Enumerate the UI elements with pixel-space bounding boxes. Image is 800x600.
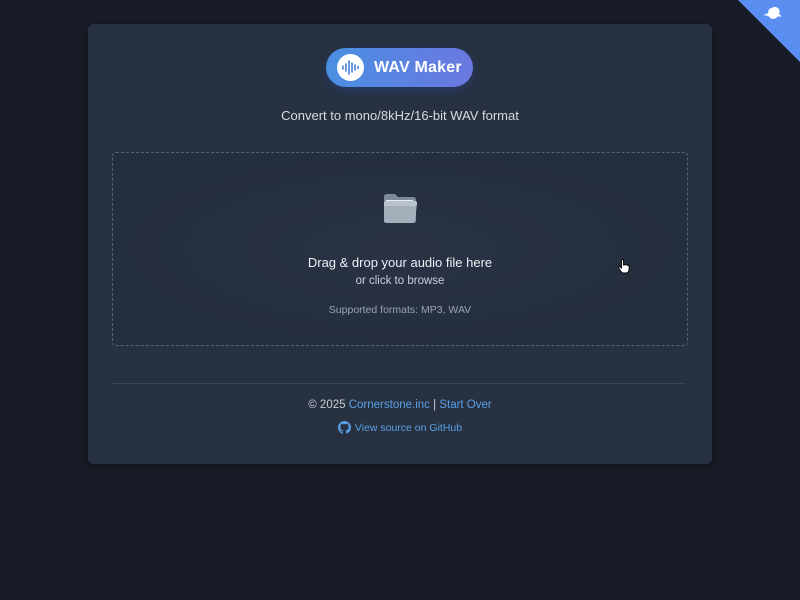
footer-separator: | (433, 399, 437, 411)
main-card: WAV Maker Convert to mono/8kHz/16-bit WA… (88, 24, 712, 464)
company-link[interactable]: Cornerstone.inc (349, 399, 430, 411)
github-row: View source on GitHub (88, 421, 712, 437)
start-over-link[interactable]: Start Over (439, 399, 491, 411)
footer-line: © 2025 Cornerstone.inc | Start Over (88, 399, 712, 411)
dropzone-browse-hint: or click to browse (355, 275, 445, 287)
page: WAV Maker Convert to mono/8kHz/16-bit WA… (0, 0, 800, 600)
copyright-text: © 2025 (308, 399, 346, 411)
waveform-icon (337, 54, 364, 81)
github-icon (337, 421, 351, 434)
github-link[interactable]: View source on GitHub (355, 422, 462, 434)
corner-ribbon[interactable] (738, 0, 800, 62)
app-title: WAV Maker (374, 58, 462, 76)
supported-formats: Supported formats: MP3, WAV (328, 304, 472, 316)
app-logo: WAV Maker (326, 48, 473, 87)
footer-divider (112, 383, 686, 384)
folder-icon (384, 194, 417, 223)
page-subtitle: Convert to mono/8kHz/16-bit WAV format (281, 108, 519, 123)
pointer-cursor-icon (618, 259, 630, 274)
file-dropzone[interactable]: Drag & drop your audio file here or clic… (112, 152, 688, 346)
dropzone-title: Drag & drop your audio file here (307, 255, 493, 270)
